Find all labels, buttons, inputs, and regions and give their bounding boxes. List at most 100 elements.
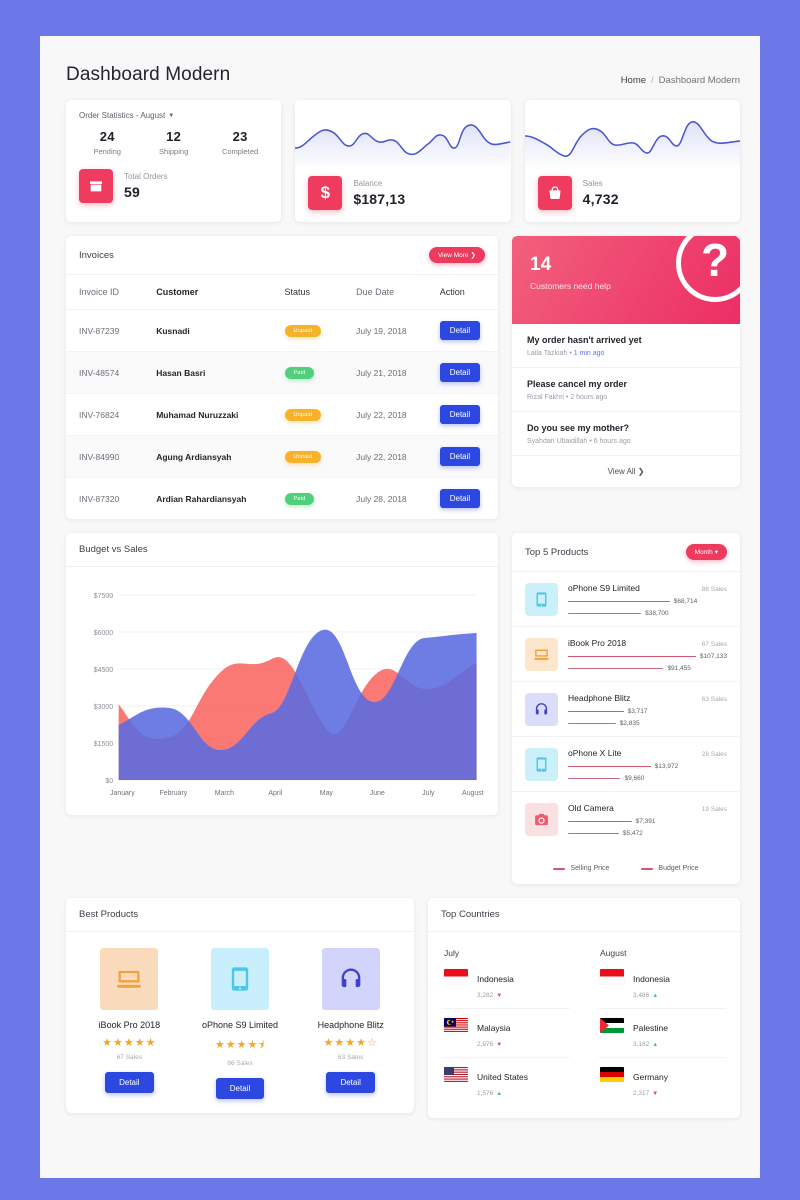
country-info: Germany 2,317 ▼ xyxy=(633,1067,668,1097)
order-statistics-heading[interactable]: Order Statistics - August ▼ xyxy=(66,100,281,120)
list-item[interactable]: United States 1,576 ▲ xyxy=(442,1058,570,1106)
table-row[interactable]: INV-87320 Ardian Rahardiansyah Paid July… xyxy=(66,478,498,520)
view-more-button[interactable]: View More ❯ xyxy=(428,247,485,263)
selling-price-value: $68,714 xyxy=(673,598,698,605)
country-value-row: 1,576 ▲ xyxy=(477,1090,528,1097)
top-countries-columns: July Indonesia 3,282 ▼ Malaysia 2,976 ▼ … xyxy=(428,932,740,1118)
camera-icon xyxy=(525,803,558,836)
best-product-item[interactable]: iBook Pro 2018 ★★★★★ 67 Sales Detail xyxy=(74,948,185,1099)
top-products-title: Top 5 Products xyxy=(525,546,589,558)
cell-customer: Kusnadi xyxy=(156,309,285,352)
best-product-item[interactable]: oPhone S9 Limited ★★★★⯨ 86 Sales Detail xyxy=(185,948,296,1099)
cell-due-date: July 22, 2018 xyxy=(356,393,440,436)
budget-price-bar: $9,660 xyxy=(568,775,727,782)
budget-price-value: $2,835 xyxy=(619,720,640,727)
laptop-icon xyxy=(525,638,558,671)
detail-button[interactable]: Detail xyxy=(105,1072,154,1093)
list-item[interactable]: oPhone X Lite 28 Sales $13,972 $9,660 xyxy=(512,737,740,792)
detail-button[interactable]: Detail xyxy=(439,405,481,424)
chart-series-sales xyxy=(118,629,477,780)
mid-row: Invoices View More ❯ Invoice ID Customer… xyxy=(40,222,760,519)
stat-shipping-label: Shipping xyxy=(159,147,189,156)
budget-price-value: $5,472 xyxy=(622,830,643,837)
bar-line-selling xyxy=(568,710,624,713)
best-products-header: Best Products xyxy=(66,898,414,932)
cell-invoice-id: INV-48574 xyxy=(66,351,157,394)
help-dot: • xyxy=(569,350,572,357)
headphone-icon xyxy=(525,693,558,726)
budget-vs-sales-title: Budget vs Sales xyxy=(79,544,148,555)
page-title: Dashboard Modern xyxy=(66,64,231,85)
product-name: Old Camera xyxy=(568,803,614,813)
invoices-table-body: INV-87239 Kusnadi Unpaid July 19, 2018 D… xyxy=(66,309,498,520)
list-item[interactable]: Malaysia 2,976 ▼ xyxy=(442,1009,570,1058)
help-author: Laila Tazkiah xyxy=(527,350,568,357)
col-customer: Customer xyxy=(156,275,285,310)
bar-line-selling xyxy=(568,820,632,823)
detail-button[interactable]: Detail xyxy=(439,447,481,466)
month-filter-button[interactable]: Month ▾ xyxy=(685,544,727,560)
help-hero: 14 Customers need help ? xyxy=(512,236,740,324)
detail-button[interactable]: Detail xyxy=(439,363,481,382)
country-info: United States 1,576 ▲ xyxy=(477,1067,528,1097)
list-item[interactable]: Old Camera 19 Sales $7,391 $5,472 xyxy=(512,792,740,846)
country-value: 1,576 xyxy=(477,1090,494,1097)
top-countries-column-august: August Indonesia 3,486 ▲ Palestine 3,182… xyxy=(584,942,740,1106)
svg-text:January: January xyxy=(110,788,135,797)
detail-button[interactable]: Detail xyxy=(215,1078,265,1099)
top-countries-header: Top Countries xyxy=(428,898,740,932)
view-all-button[interactable]: View All ❯ xyxy=(512,456,740,487)
budget-price-bar: $38,700 xyxy=(568,610,727,617)
list-item[interactable]: Germany 2,317 ▼ xyxy=(598,1058,726,1106)
stat-pending-value: 24 xyxy=(99,129,115,144)
table-row[interactable]: INV-76824 Muhamad Nuruzzaki Unpaid July … xyxy=(66,393,498,436)
sales-sparkline xyxy=(524,108,740,170)
list-item[interactable]: Palestine 3,182 ▲ xyxy=(598,1009,726,1058)
list-item[interactable]: Headphone Blitz 63 Sales $3,717 $2,835 xyxy=(512,682,740,737)
list-item[interactable]: Indonesia 3,282 ▼ xyxy=(442,960,570,1009)
invoices-card: Invoices View More ❯ Invoice ID Customer… xyxy=(66,236,498,519)
trend-up-icon: ▲ xyxy=(496,1090,503,1097)
country-value: 3,182 xyxy=(633,1041,650,1048)
product-sales: 28 Sales xyxy=(701,751,727,758)
breadcrumb: Home / Dashboard Modern xyxy=(621,75,740,86)
detail-button[interactable]: Detail xyxy=(439,489,481,508)
table-row[interactable]: INV-84990 Agung Ardiansyah Unpaid July 2… xyxy=(66,435,498,478)
stat-shipping: 12 Shipping xyxy=(140,129,206,156)
cell-invoice-id: INV-84990 xyxy=(66,435,157,478)
list-item[interactable]: oPhone S9 Limited 86 Sales $68,714 $38,7… xyxy=(512,572,740,627)
country-value: 2,317 xyxy=(633,1090,650,1097)
budget-vs-sales-chart: $7500 $6000 $4500 $3000 $1500 $0 January xyxy=(66,567,498,815)
top-countries-title: Top Countries xyxy=(441,909,500,920)
bag-icon xyxy=(537,176,572,210)
best-products-title: Best Products xyxy=(79,909,139,920)
selling-price-bar: $107,133 xyxy=(568,653,727,660)
list-item[interactable]: Indonesia 3,486 ▲ xyxy=(598,960,726,1009)
stat-completed-label: Completed xyxy=(221,147,259,156)
trend-up-icon: ▲ xyxy=(652,1041,659,1048)
view-more-label: View More xyxy=(437,251,469,259)
legend-budget-price: Budget Price xyxy=(641,865,699,872)
svg-text:$7500: $7500 xyxy=(94,591,113,600)
bottom-row: Best Products iBook Pro 2018 ★★★★★ 67 Sa… xyxy=(40,884,760,1138)
list-item[interactable]: Do you see my mother? Syahdan Ubaidillah… xyxy=(512,412,740,456)
list-item[interactable]: iBook Pro 2018 67 Sales $107,133 $91,455 xyxy=(512,627,740,682)
total-orders-row: Total Orders 59 xyxy=(66,156,281,203)
list-item[interactable]: My order hasn't arrived yet Laila Tazkia… xyxy=(512,324,740,368)
best-product-item[interactable]: Headphone Blitz ★★★★☆ 63 Sales Detail xyxy=(295,948,406,1099)
top-products-card: Top 5 Products Month ▾ oPhone S9 Limited… xyxy=(512,533,740,884)
month-label: July xyxy=(444,948,460,958)
bar-line-selling xyxy=(568,655,696,658)
table-row[interactable]: INV-48574 Hasan Basri Paid July 21, 2018… xyxy=(66,351,498,394)
country-name: Malaysia xyxy=(477,1023,511,1033)
country-info: Palestine 3,182 ▲ xyxy=(633,1018,668,1048)
detail-button[interactable]: Detail xyxy=(326,1072,375,1093)
list-item[interactable]: Please cancel my order Rizal Fakhri • 2 … xyxy=(512,368,740,412)
headphone-icon xyxy=(321,948,380,1010)
month-filter-label: Month xyxy=(694,548,713,556)
detail-button[interactable]: Detail xyxy=(439,321,481,340)
table-row[interactable]: INV-87239 Kusnadi Unpaid July 19, 2018 D… xyxy=(66,309,498,352)
top-products-header: Top 5 Products Month ▾ xyxy=(512,533,740,572)
product-name: oPhone S9 Limited xyxy=(568,583,640,593)
breadcrumb-home[interactable]: Home xyxy=(621,75,646,86)
